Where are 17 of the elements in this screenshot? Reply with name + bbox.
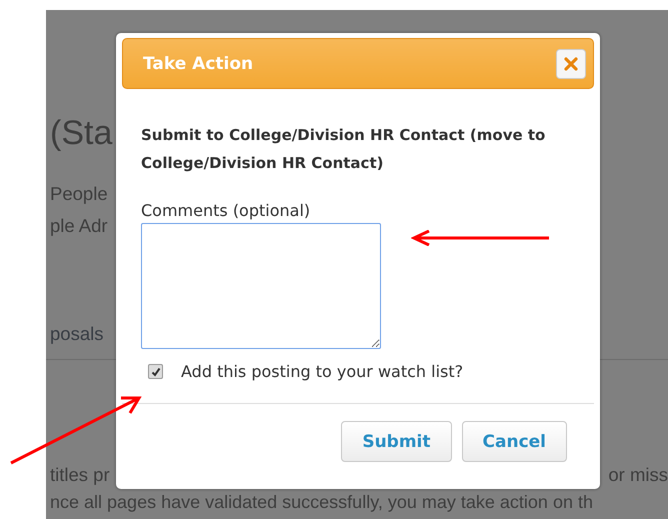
dialog-title: Take Action [143,54,254,74]
page-text: ple Adr [50,215,109,237]
comments-field[interactable] [141,223,381,349]
cancel-button[interactable]: Cancel [462,421,567,462]
field-label: Comments (optional) [141,201,310,220]
dialog-message: Submit to College/Division HR Contact (move to College/Division HR Contact) [141,125,546,174]
close-icon [564,56,578,70]
page-text: nce all pages have validated successfully, you may take action on th [49,492,594,513]
page-heading: (Sta [50,114,114,153]
page-text: People [50,183,109,205]
close-button[interactable] [556,48,586,78]
page-text: or miss [608,464,668,486]
checkbox[interactable] [148,364,163,379]
checkbox-label: Add this posting to your watch list? [181,362,464,381]
page-text: titles pr [50,464,110,486]
submit-button[interactable]: Submit [341,421,452,462]
page-tab[interactable]: posals [50,323,116,345]
